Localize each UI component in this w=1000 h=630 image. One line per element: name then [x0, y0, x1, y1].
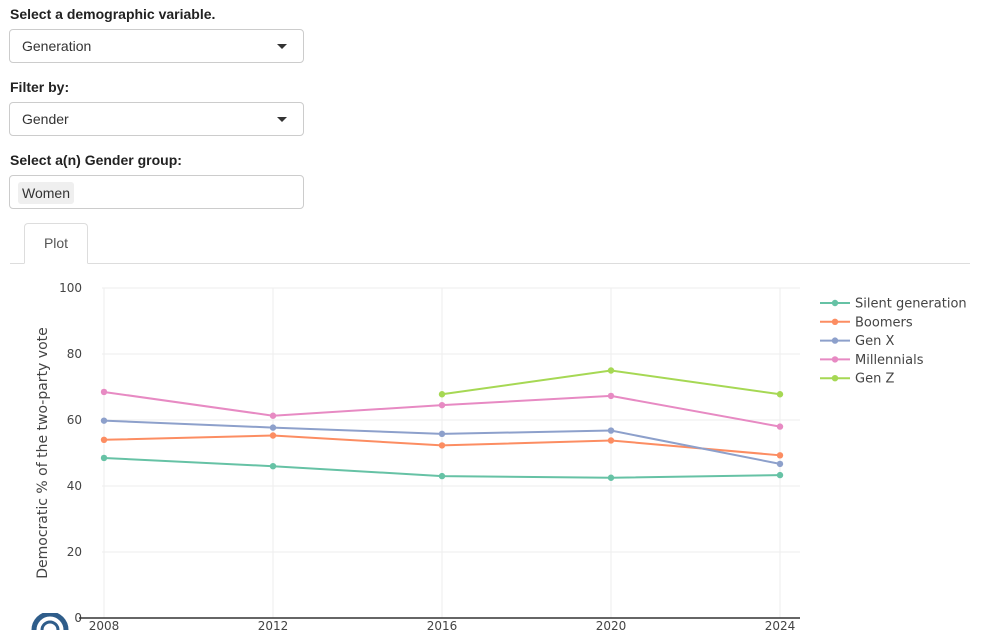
y-tick-label: 20: [67, 545, 82, 559]
filter-select[interactable]: Gender: [9, 102, 304, 136]
line-chart: 0204060801002008 2012 2016 2020 2024 Silent …: [35, 281, 967, 630]
y-tick-label: 40: [67, 479, 82, 493]
legend-item[interactable]: Gen X: [820, 334, 894, 349]
legend-swatch-point: [831, 356, 839, 363]
y-tick-label: 80: [67, 347, 82, 361]
data-point[interactable]: [438, 401, 446, 409]
chart-grid: [102, 287, 800, 619]
y-axis-label: Democratic % of the two-party vote: [35, 327, 51, 579]
legend-swatch-point: [831, 375, 839, 382]
data-point[interactable]: [100, 436, 108, 443]
demographic-label: Select a demographic variable.: [10, 6, 216, 22]
x-tick-label: 2020: [596, 619, 627, 630]
x-tick-label: 2008: [89, 619, 120, 630]
logo-icon: [31, 613, 69, 630]
group-tag[interactable]: Women: [18, 182, 74, 204]
tab-bar: Plot: [10, 223, 970, 264]
chart-legend[interactable]: Silent generation Boomers Gen X Millennials…: [820, 297, 967, 387]
data-point[interactable]: [269, 412, 277, 419]
data-point[interactable]: [776, 452, 784, 459]
group-label: Select a(n) Gender group:: [10, 152, 182, 168]
legend-swatch-point: [831, 318, 839, 325]
legend-item[interactable]: Boomers: [820, 315, 913, 330]
data-point[interactable]: [607, 367, 615, 374]
filter-label: Filter by:: [10, 79, 70, 95]
data-point[interactable]: [438, 391, 446, 398]
group-multiselect[interactable]: Women: [9, 175, 304, 209]
data-point[interactable]: [269, 463, 277, 470]
data-point[interactable]: [776, 471, 784, 479]
data-point[interactable]: [438, 472, 446, 480]
legend-label: Boomers: [855, 315, 913, 330]
data-point[interactable]: [438, 442, 446, 449]
x-tick-label: 2024: [765, 619, 796, 630]
legend-label: Millennials: [855, 353, 924, 368]
legend-item[interactable]: Silent generation: [820, 297, 967, 312]
data-point[interactable]: [100, 388, 108, 396]
data-point[interactable]: [100, 454, 108, 462]
x-tick-label: 2012: [258, 619, 289, 630]
demographic-select-value: Generation: [22, 38, 92, 54]
chevron-down-icon: [277, 44, 287, 49]
y-tick-label: 100: [59, 281, 82, 295]
y-tick-label: 60: [67, 413, 82, 427]
legend-item[interactable]: Millennials: [820, 353, 924, 368]
legend-label: Gen Z: [855, 372, 894, 387]
legend-swatch-point: [831, 299, 839, 307]
data-point[interactable]: [100, 417, 108, 424]
data-point[interactable]: [607, 392, 615, 400]
data-point[interactable]: [607, 427, 615, 434]
legend-item[interactable]: Gen Z: [820, 372, 894, 387]
chart-axes: 0204060801002008 2012 2016 2020 2024: [59, 281, 800, 630]
legend-label: Silent generation: [855, 297, 967, 312]
chevron-down-icon: [277, 117, 287, 122]
filter-select-value: Gender: [22, 111, 69, 127]
data-point[interactable]: [776, 391, 784, 398]
tab-plot[interactable]: Plot: [24, 223, 88, 264]
data-point[interactable]: [269, 432, 277, 439]
legend-label: Gen X: [855, 334, 894, 349]
data-point[interactable]: [776, 460, 784, 468]
data-point[interactable]: [269, 424, 277, 431]
data-point[interactable]: [607, 437, 615, 444]
data-point[interactable]: [776, 423, 784, 430]
data-point[interactable]: [607, 474, 615, 481]
x-tick-label: 2016: [427, 619, 458, 630]
data-point[interactable]: [438, 430, 446, 438]
demographic-select[interactable]: Generation: [9, 29, 304, 63]
legend-swatch-point: [831, 337, 839, 344]
